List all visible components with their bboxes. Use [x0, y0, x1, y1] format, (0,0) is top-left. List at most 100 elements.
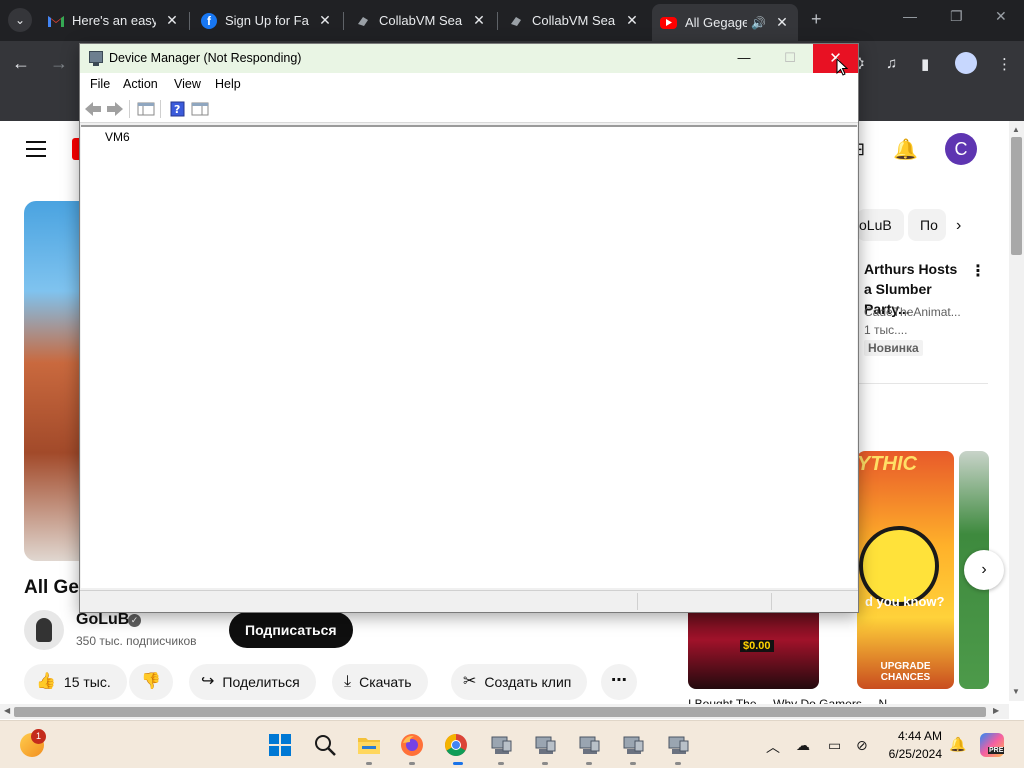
display-icon[interactable]: ▭: [828, 737, 841, 754]
accessibility-icon[interactable]: ⊘: [856, 737, 868, 754]
new-tab-button[interactable]: +: [811, 9, 822, 30]
clock-time[interactable]: 4:44 AM: [896, 729, 942, 743]
status-bar: [80, 590, 858, 612]
window-titlebar[interactable]: Device Manager (Not Responding) — ☐ ✕: [80, 44, 858, 73]
download-label: Скачать: [359, 674, 412, 690]
scrollbar-thumb[interactable]: [1011, 137, 1022, 255]
create-clip-button[interactable]: ✂ Создать клип: [451, 664, 588, 700]
horizontal-scrollbar[interactable]: ◀ ▶: [0, 704, 1009, 719]
restore-icon[interactable]: ❐: [950, 8, 963, 25]
channel-avatar[interactable]: [24, 610, 64, 650]
menu-file[interactable]: File: [90, 77, 110, 91]
back-arrow-icon[interactable]: ←: [12, 53, 30, 74]
notification-badge: 1: [31, 729, 46, 744]
scroll-left-icon[interactable]: ◀: [4, 706, 10, 715]
recommendation-views: 1 тыс....: [864, 323, 908, 337]
chip-other[interactable]: По: [908, 209, 946, 241]
profile-avatar-icon[interactable]: [955, 52, 977, 74]
tree-root-computer[interactable]: VM6: [105, 130, 130, 144]
kebab-menu-icon[interactable]: ⋮: [970, 261, 986, 281]
vm-computer-icon[interactable]: [489, 733, 513, 757]
account-avatar[interactable]: C: [945, 133, 977, 165]
chevron-right-icon[interactable]: ›: [964, 550, 1004, 590]
running-indicator: [409, 762, 415, 765]
tab-facebook[interactable]: f Sign Up for Fa ✕: [193, 6, 341, 35]
close-icon[interactable]: ✕: [995, 8, 1007, 25]
subscribe-button[interactable]: Подписаться: [229, 612, 353, 648]
search-icon[interactable]: [313, 733, 337, 757]
verified-check-icon: ✓: [128, 614, 141, 627]
scroll-down-icon[interactable]: ▼: [1012, 687, 1020, 696]
video-title: All Ge: [24, 577, 79, 598]
back-arrow-icon[interactable]: [84, 101, 102, 117]
tab-collabvm-2[interactable]: CollabVM Sear ✕: [500, 6, 648, 35]
scroll-right-icon[interactable]: ▶: [993, 706, 999, 715]
chrome-icon[interactable]: [444, 733, 468, 757]
forward-arrow-icon[interactable]: [106, 101, 124, 117]
thumbs-down-icon: 👎: [141, 673, 161, 690]
tab-title: All Gegage: [685, 15, 748, 30]
download-button[interactable]: ⤓ Скачать: [332, 664, 428, 700]
forward-arrow-icon[interactable]: →: [50, 53, 68, 74]
media-queue-icon[interactable]: ♫: [886, 55, 897, 72]
vm-computer-icon[interactable]: [621, 733, 645, 757]
windows-start-icon[interactable]: [268, 733, 292, 757]
firefox-icon[interactable]: [400, 733, 424, 757]
short-subcaption: UPGRADE CHANCES: [880, 661, 931, 683]
dislike-button[interactable]: 👎: [129, 664, 173, 700]
running-indicator: [586, 762, 592, 765]
chip-golub[interactable]: oLuB: [857, 209, 904, 241]
kebab-menu-icon[interactable]: ⋮: [997, 55, 1012, 73]
clock-date[interactable]: 6/25/2024: [882, 747, 942, 761]
youtube-icon: [660, 16, 677, 29]
collabvm-icon: [355, 13, 371, 29]
minimize-button[interactable]: —: [730, 46, 758, 70]
more-actions-button[interactable]: ⋯: [601, 664, 637, 700]
vm-computer-icon[interactable]: [666, 733, 690, 757]
console-tree-icon[interactable]: [191, 101, 209, 117]
speaker-icon[interactable]: 🔊: [751, 16, 766, 30]
chevron-up-icon[interactable]: ︿: [766, 737, 780, 757]
tab-youtube[interactable]: All Gegage 🔊 ✕: [652, 4, 798, 41]
window-title: Device Manager (Not Responding): [109, 51, 302, 65]
channel-name[interactable]: GoLuB: [76, 611, 129, 629]
gmail-icon: [48, 13, 64, 29]
menu-action[interactable]: Action: [123, 77, 158, 91]
facebook-icon: f: [201, 12, 217, 29]
tab-search-button[interactable]: ⌄: [8, 8, 32, 32]
tab-close-icon[interactable]: ✕: [317, 12, 333, 29]
file-explorer-icon[interactable]: [357, 733, 381, 757]
scrollbar-thumb[interactable]: [14, 707, 986, 717]
notifications-bell-icon[interactable]: 🔔: [893, 137, 918, 162]
help-icon[interactable]: ?: [168, 101, 186, 117]
network-disconnected-icon[interactable]: ☁: [796, 737, 810, 754]
minimize-icon[interactable]: —: [903, 8, 917, 24]
running-indicator: [630, 762, 636, 765]
hamburger-menu-icon[interactable]: [26, 141, 46, 162]
tab-close-icon[interactable]: ✕: [624, 12, 640, 29]
menu-help[interactable]: Help: [215, 77, 241, 91]
chevron-right-icon[interactable]: ›: [956, 217, 961, 235]
properties-pane-icon[interactable]: [137, 101, 155, 117]
video-player[interactable]: [24, 201, 84, 561]
maximize-button[interactable]: ☐: [776, 46, 804, 70]
short-thumbnail[interactable]: YTHIC d you know? UPGRADE CHANCES: [857, 451, 954, 689]
vm-computer-icon[interactable]: [577, 733, 601, 757]
vm-computer-icon[interactable]: [533, 733, 557, 757]
notification-bell-icon[interactable]: 🔔: [949, 736, 966, 753]
tab-close-icon[interactable]: ✕: [471, 12, 487, 29]
tab-close-icon[interactable]: ✕: [774, 14, 790, 31]
share-button[interactable]: ↪ Поделиться: [189, 664, 316, 700]
menu-view[interactable]: View: [174, 77, 201, 91]
scroll-up-icon[interactable]: ▲: [1012, 125, 1020, 134]
recommendation-channel[interactable]: CadeTheAnimat...: [864, 305, 961, 319]
tab-collabvm-1[interactable]: CollabVM Sear ✕: [347, 6, 495, 35]
copilot-icon[interactable]: PRE: [980, 733, 1005, 757]
vertical-scrollbar[interactable]: ▲ ▼: [1009, 121, 1024, 701]
tab-separator: [497, 12, 498, 30]
side-panel-icon[interactable]: ▮: [921, 55, 929, 73]
running-indicator: [675, 762, 681, 765]
like-button[interactable]: 👍 15 тыс.: [24, 664, 127, 700]
tab-gmail[interactable]: Here's an easy ✕: [40, 6, 188, 35]
tab-close-icon[interactable]: ✕: [164, 12, 180, 29]
